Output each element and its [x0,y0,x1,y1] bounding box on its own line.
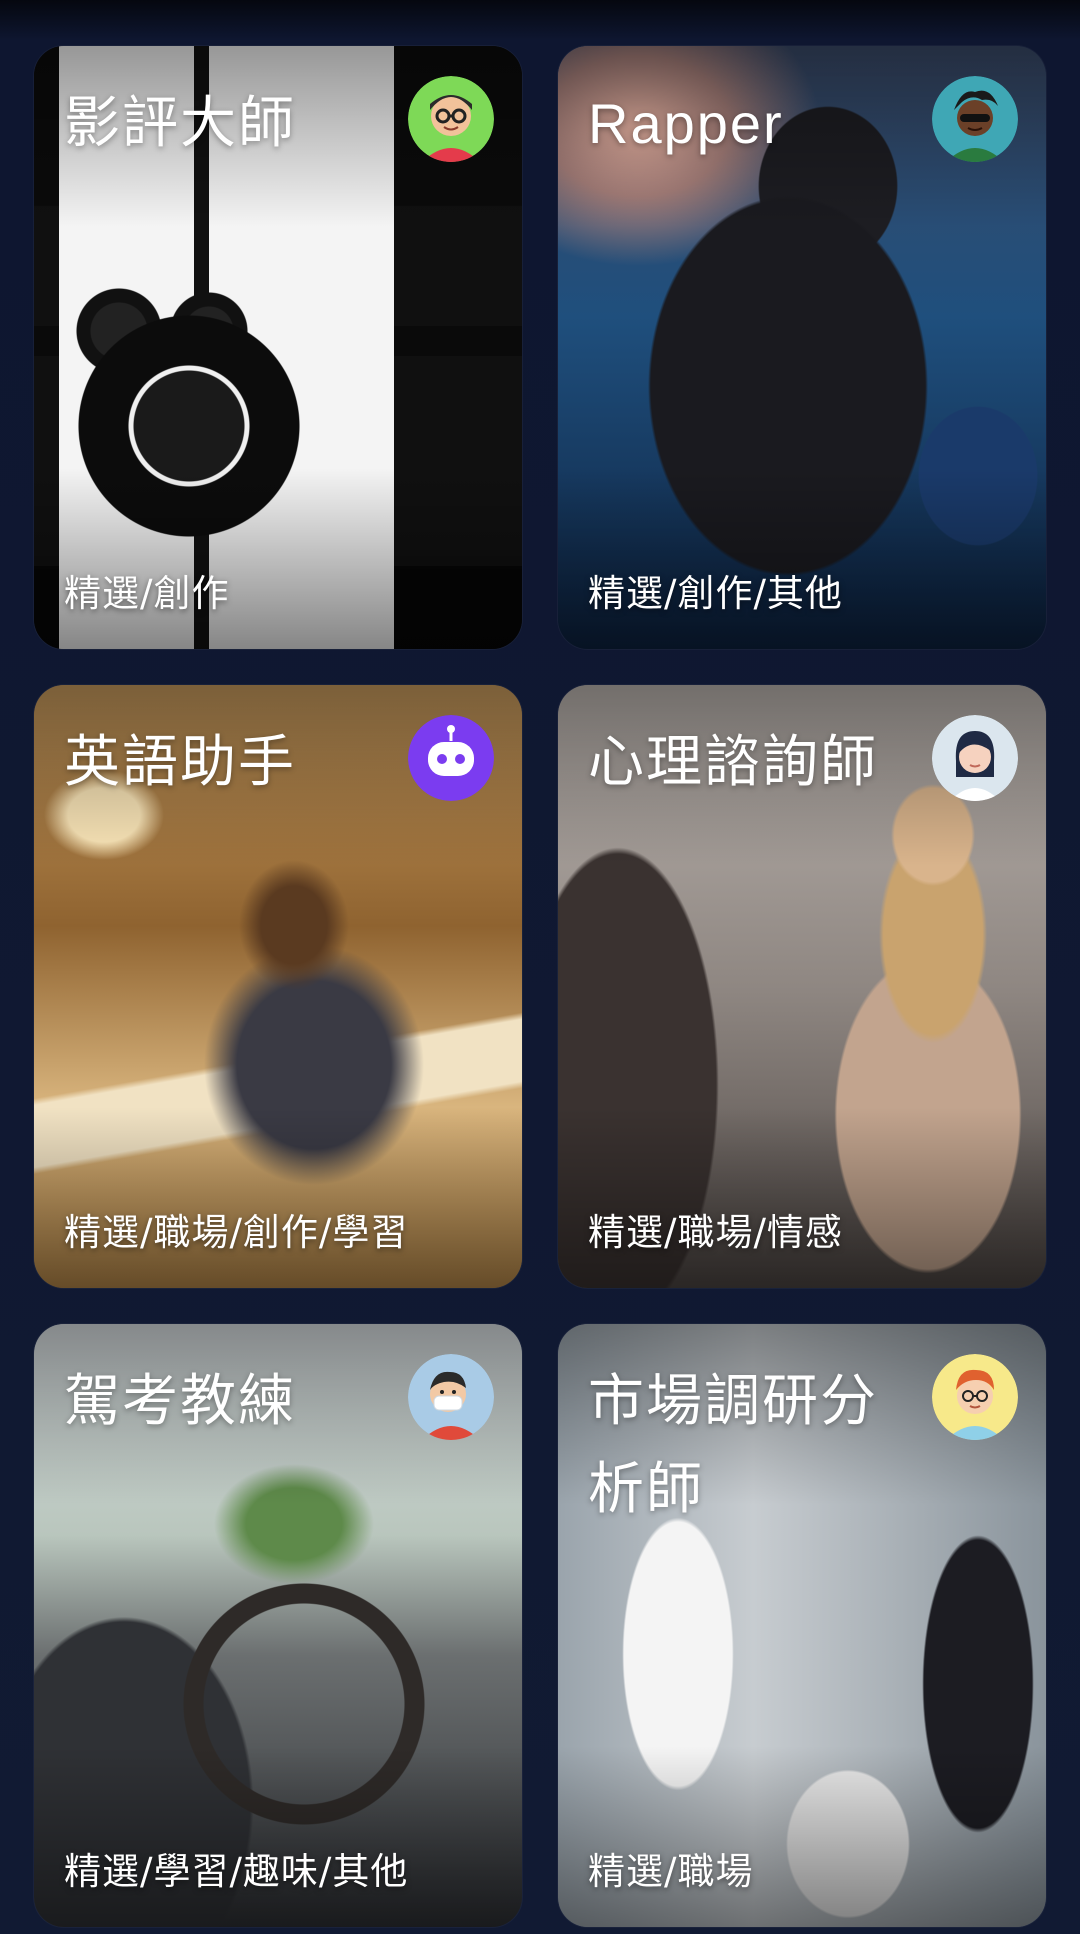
card-title: 心理諮詢師 [588,730,878,795]
card-tags: 精選/職場 [588,1850,754,1893]
avatar-masked-man-icon [408,1354,494,1440]
card-psychologist[interactable]: 心理諮詢師 精選/職場/情感 [558,685,1046,1288]
avatar-glasses-man-icon [408,76,494,162]
card-rapper[interactable]: Rapper 精選/創作/其他 [558,46,1046,649]
card-title: 市場調研分析師 [588,1369,878,1522]
card-tags: 精選/創作 [64,572,230,615]
card-tags: 精選/職場/情感 [588,1211,843,1254]
card-title: 英語助手 [64,730,296,795]
assistant-grid: 影評大師 精選/創作 Rapper 精選/創作/其他 英語助手 精選/職場/創作… [34,46,1046,1927]
robot-icon [408,715,494,801]
card-tags: 精選/創作/其他 [588,572,843,615]
card-title: 影評大師 [64,91,296,156]
card-tags: 精選/學習/趣味/其他 [64,1850,409,1893]
card-film-critic[interactable]: 影評大師 精選/創作 [34,46,522,649]
avatar-rapper-icon [932,76,1018,162]
card-english-assistant[interactable]: 英語助手 精選/職場/創作/學習 [34,685,522,1288]
card-title: Rapper [588,92,784,155]
avatar-woman-icon [932,715,1018,801]
card-tags: 精選/職場/創作/學習 [64,1211,409,1254]
card-market-analyst[interactable]: 市場調研分析師 精選/職場 [558,1324,1046,1927]
card-driving-coach[interactable]: 駕考教練 精選/學習/趣味/其他 [34,1324,522,1927]
card-title: 駕考教練 [64,1369,296,1434]
avatar-redhair-man-icon [932,1354,1018,1440]
